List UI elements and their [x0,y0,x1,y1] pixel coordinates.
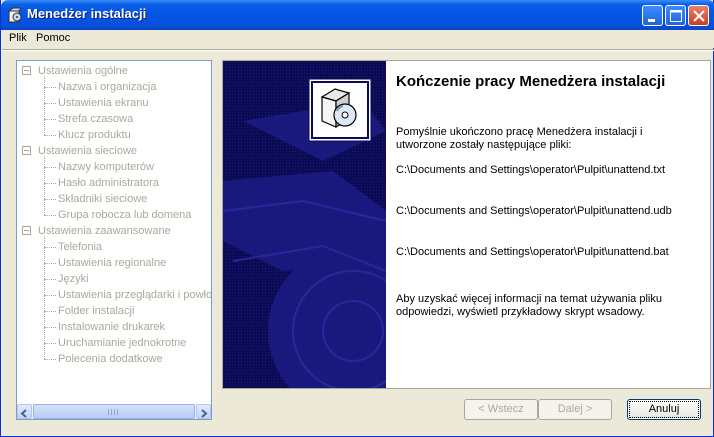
tree-item[interactable]: Nazwa i organizacja [58,79,156,95]
tree-connector [44,295,56,296]
tree-group[interactable]: Ustawienia zaawansowane [38,223,171,239]
grip-icon [108,409,120,415]
tree-item[interactable]: Nazwy komputerów [58,159,154,175]
window-title: Menedżer instalacji [27,6,147,21]
tree-connector [44,119,56,120]
tree-connector [44,76,45,135]
cancel-button[interactable]: Anuluj [627,399,701,420]
tree-group[interactable]: Ustawienia ogólne [38,63,128,79]
collapse-icon[interactable] [22,66,31,75]
close-button[interactable] [688,5,709,26]
tree-connector [44,327,56,328]
setup-manager-window: Menedżer instalacji Plik Pomoc Ustawieni… [0,0,714,437]
file-path-txt: C:\Documents and Settings\operator\Pulpi… [396,164,666,176]
chevron-right-icon [201,409,208,418]
tree-connector [44,311,56,312]
tree-connector [44,183,56,184]
maximize-button[interactable] [665,5,686,26]
back-button[interactable]: < Wstecz [464,399,538,420]
tree-connector [44,343,56,344]
collapse-icon[interactable] [22,226,31,235]
tree-item[interactable]: Folder instalacji [58,303,134,319]
horizontal-scrollbar[interactable] [17,404,211,419]
tree-connector [44,279,56,280]
scroll-thumb[interactable] [33,404,195,419]
tree-connector [44,215,56,216]
scroll-left-button[interactable] [17,404,32,419]
tree-item[interactable]: Polecenia dodatkowe [58,351,163,367]
tree-item[interactable]: Instalowanie drukarek [58,319,165,335]
tree-connector [44,199,56,200]
menu-separator [2,49,714,51]
tree-connector [44,236,45,359]
tree-connector [44,359,56,360]
tree-item[interactable]: Składniki sieciowe [58,191,147,207]
menu-plik[interactable]: Plik [9,32,27,44]
scroll-right-button[interactable] [196,404,211,419]
tree-item[interactable]: Ustawienia regionalne [58,255,166,271]
menu-bar: Plik Pomoc [2,30,714,48]
tree-connector [44,87,56,88]
outro-text: Aby uzyskać więcej informacji na temat u… [396,293,662,318]
chevron-left-icon [20,409,27,418]
tree-connector [44,135,56,136]
file-path-bat: C:\Documents and Settings\operator\Pulpi… [396,246,669,258]
intro-text: Pomyślnie ukończono pracę Menedżera inst… [396,126,643,151]
minimize-button[interactable] [642,5,663,26]
next-button[interactable]: Dalej > [538,399,612,420]
tree-group[interactable]: Ustawienia sieciowe [38,143,137,159]
minimize-icon [648,19,655,22]
tree-item[interactable]: Ustawienia ekranu [58,95,149,111]
menu-pomoc[interactable]: Pomoc [36,32,70,44]
navigation-tree[interactable]: Ustawienia ogólne Nazwa i organizacja Usta… [16,60,212,420]
tree-connector [44,247,56,248]
close-icon [693,10,705,22]
tree-item[interactable]: Ustawienia przeglądarki i powłoki [58,287,211,303]
tree-item[interactable]: Hasło administratora [58,175,159,191]
tree-connector [44,263,56,264]
file-path-udb: C:\Documents and Settings\operator\Pulpi… [396,205,672,217]
wizard-page: Kończenie pracy Menedżera instalacji Pom… [222,60,711,389]
tree-item[interactable]: Uruchamianie jednokrotne [58,335,186,351]
tree-item[interactable]: Telefonia [58,239,102,255]
tree-connector [44,156,45,215]
tree-item[interactable]: Języki [58,271,89,287]
wizard-banner [223,61,386,388]
tree-item[interactable]: Strefa czasowa [58,111,133,127]
tree-item[interactable]: Grupa robocza lub domena [58,207,191,223]
tree-connector [44,167,56,168]
maximize-icon [670,10,682,22]
tree-connector [44,103,56,104]
tree-item[interactable]: Klucz produktu [58,127,131,143]
page-title: Kończenie pracy Menedżera instalacji [396,73,666,90]
setup-box-icon[interactable] [7,7,23,23]
setup-box-cd-icon [308,78,372,142]
title-bar[interactable]: Menedżer instalacji [1,0,714,30]
collapse-icon[interactable] [22,146,31,155]
